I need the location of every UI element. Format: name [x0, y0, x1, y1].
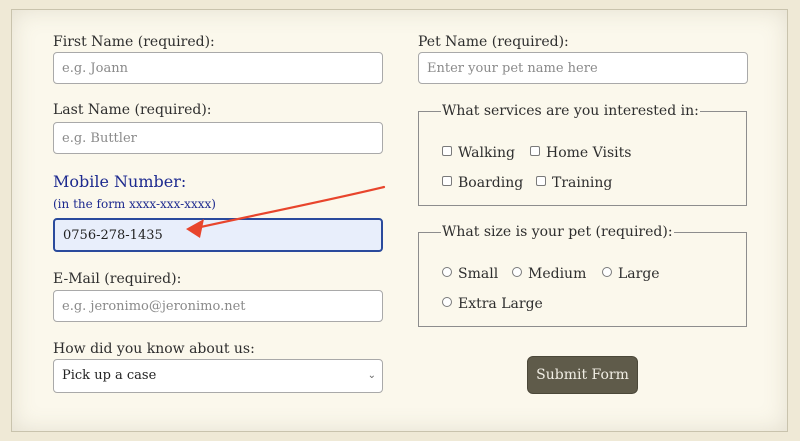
radio-icon[interactable] — [442, 297, 452, 307]
size-fieldset: What size is your pet (required): Small … — [418, 224, 747, 327]
checkbox-icon[interactable] — [530, 146, 540, 156]
referral-selected-value: Pick up a case — [62, 368, 157, 383]
size-option-small[interactable]: Small — [442, 266, 498, 282]
service-option-home-visits[interactable]: Home Visits — [530, 145, 631, 161]
email-label: E-Mail (required): — [53, 271, 182, 287]
last-name-input[interactable] — [53, 122, 383, 154]
mobile-number-input[interactable] — [53, 218, 383, 252]
radio-icon[interactable] — [442, 267, 452, 277]
checkbox-icon[interactable] — [442, 176, 452, 186]
radio-icon[interactable] — [512, 267, 522, 277]
submit-form-button[interactable]: Submit Form — [527, 356, 638, 394]
size-option-large[interactable]: Large — [602, 266, 660, 282]
pet-name-input[interactable] — [418, 52, 748, 84]
email-input[interactable] — [53, 290, 383, 322]
mobile-number-hint: (in the form xxxx-xxx-xxxx) — [53, 197, 216, 211]
last-name-label: Last Name (required): — [53, 102, 212, 118]
first-name-input[interactable] — [53, 52, 383, 84]
checkbox-icon[interactable] — [536, 176, 546, 186]
mobile-number-label: Mobile Number: — [53, 172, 187, 191]
checkbox-icon[interactable] — [442, 146, 452, 156]
first-name-label: First Name (required): — [53, 34, 215, 50]
size-legend: What size is your pet (required): — [442, 224, 673, 240]
services-legend: What services are you interested in: — [442, 103, 699, 119]
referral-label: How did you know about us: — [53, 341, 255, 357]
referral-select[interactable]: Pick up a case ⌄ — [53, 359, 383, 393]
service-option-boarding[interactable]: Boarding — [442, 175, 523, 191]
size-option-extra-large[interactable]: Extra Large — [442, 296, 543, 312]
pet-name-label: Pet Name (required): — [418, 34, 569, 50]
service-option-training[interactable]: Training — [536, 175, 612, 191]
chevron-down-icon: ⌄ — [367, 370, 376, 381]
service-option-walking[interactable]: Walking — [442, 145, 515, 161]
radio-icon[interactable] — [602, 267, 612, 277]
services-fieldset: What services are you interested in: Wal… — [418, 103, 747, 206]
size-option-medium[interactable]: Medium — [512, 266, 586, 282]
